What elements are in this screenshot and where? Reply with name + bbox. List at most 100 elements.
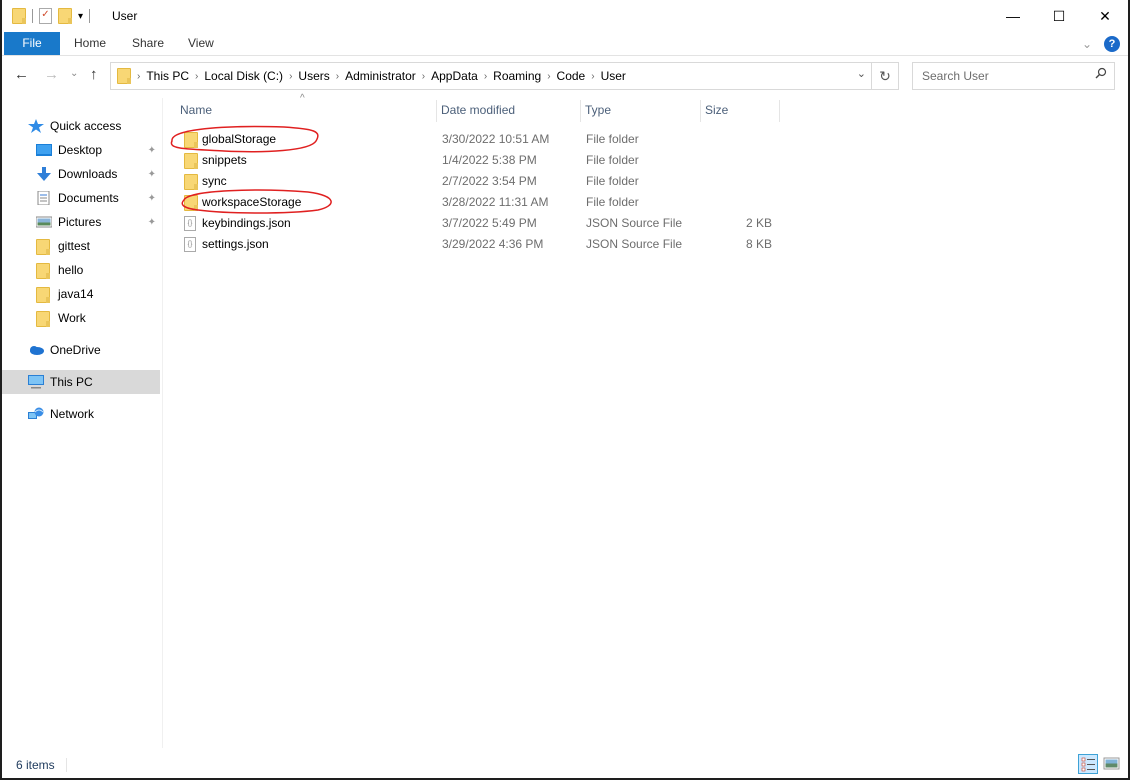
sidebar-item-label: Network (50, 407, 95, 421)
folder-icon (36, 287, 52, 303)
pictures-icon (35, 215, 53, 229)
sidebar-item-network[interactable]: Network (2, 402, 160, 426)
tab-view[interactable]: View (178, 32, 224, 55)
breadcrumb-user[interactable]: User (601, 69, 626, 83)
sidebar-item-label: Documents (58, 191, 119, 205)
folder-icon (36, 263, 52, 279)
file-type: JSON Source File (586, 216, 683, 230)
minimize-button[interactable]: — (990, 0, 1036, 32)
sidebar-item-desktop[interactable]: Desktop ✦ (2, 138, 160, 162)
chevron-right-icon[interactable]: › (591, 71, 594, 82)
documents-icon (36, 190, 52, 206)
annotation-ellipse (170, 125, 319, 153)
file-date: 2/7/2022 3:54 PM (442, 174, 537, 188)
column-divider[interactable] (700, 100, 701, 122)
breadcrumb-code[interactable]: Code (557, 69, 586, 83)
sidebar-item-label: java14 (58, 287, 94, 301)
folder-icon[interactable] (12, 8, 26, 24)
large-icons-view-icon (1103, 757, 1120, 770)
sidebar-item-documents[interactable]: Documents ✦ (2, 186, 160, 210)
sidebar-item-label: gittest (58, 239, 91, 253)
breadcrumb-local-disk[interactable]: Local Disk (C:) (204, 69, 283, 83)
toolbar-divider (89, 9, 91, 23)
item-count: 6 items (16, 758, 55, 772)
json-file-icon: {} (184, 237, 196, 252)
sidebar-item-label: OneDrive (50, 343, 101, 357)
sidebar-item-work[interactable]: Work (2, 306, 160, 330)
sidebar-item-java14[interactable]: java14 (2, 282, 160, 306)
breadcrumb-users[interactable]: Users (298, 69, 329, 83)
file-date: 1/4/2022 5:38 PM (442, 153, 537, 167)
large-icons-view-button[interactable] (1102, 754, 1122, 774)
address-bar[interactable]: › This PC › Local Disk (C:) › Users › Ad… (110, 62, 899, 90)
search-box[interactable] (912, 62, 1115, 90)
sidebar-item-label: Quick access (50, 119, 122, 133)
help-icon[interactable]: ? (1104, 36, 1120, 52)
new-folder-icon[interactable] (58, 8, 72, 24)
maximize-button[interactable]: ☐ (1036, 0, 1082, 32)
recent-locations-button[interactable]: ⌄ (70, 68, 78, 79)
up-button[interactable]: ↑ (90, 66, 98, 83)
window-title: User (112, 9, 138, 23)
search-input[interactable] (920, 68, 1084, 84)
column-divider[interactable] (779, 100, 780, 122)
chevron-right-icon[interactable]: › (484, 71, 487, 82)
chevron-right-icon[interactable]: › (195, 71, 198, 82)
sidebar-item-label: This PC (50, 375, 93, 389)
sidebar-item-label: Pictures (58, 215, 102, 229)
file-type: File folder (586, 153, 639, 167)
chevron-right-icon[interactable]: › (137, 71, 140, 82)
close-button[interactable]: ✕ (1082, 0, 1128, 32)
breadcrumb-this-pc[interactable]: This PC (146, 69, 189, 83)
tab-file[interactable]: File (4, 32, 60, 55)
sidebar-item-gittest[interactable]: gittest (2, 234, 160, 258)
file-row[interactable]: {} settings.json 3/29/2022 4:36 PM JSON … (164, 234, 784, 255)
column-header-type[interactable]: Type (585, 96, 695, 124)
file-explorer-window: ✓ ▾ User — ☐ ✕ File Home Share View ⌄ ? … (2, 0, 1128, 778)
ribbon: File Home Share View ⌄ ? (2, 32, 1128, 56)
quick-access-toolbar: ✓ ▾ (12, 8, 91, 24)
address-dropdown-icon[interactable]: ⌄ (857, 67, 866, 80)
navigation-pane: Quick access Desktop ✦ Downloads ✦ Docum… (2, 98, 160, 748)
sidebar-item-label: hello (58, 263, 84, 277)
pin-icon[interactable]: ✦ (148, 217, 156, 228)
breadcrumb-roaming[interactable]: Roaming (493, 69, 541, 83)
chevron-right-icon[interactable]: › (422, 71, 425, 82)
sidebar-item-hello[interactable]: hello (2, 258, 160, 282)
sidebar-item-downloads[interactable]: Downloads ✦ (2, 162, 160, 186)
breadcrumb-administrator[interactable]: Administrator (345, 69, 416, 83)
column-header-name[interactable]: Name (180, 96, 432, 124)
file-list: ^ Name Date modified Type Size globalSto… (164, 93, 1124, 748)
pin-icon[interactable]: ✦ (148, 145, 156, 156)
tab-share[interactable]: Share (122, 32, 174, 55)
column-header-size[interactable]: Size (705, 96, 775, 124)
sidebar-item-label: Desktop (58, 143, 103, 157)
search-icon[interactable] (1095, 67, 1107, 82)
properties-icon[interactable]: ✓ (39, 8, 52, 24)
chevron-right-icon[interactable]: › (336, 71, 339, 82)
sidebar-item-this-pc[interactable]: This PC (2, 370, 160, 394)
chevron-right-icon[interactable]: › (547, 71, 550, 82)
chevron-right-icon[interactable]: › (289, 71, 292, 82)
expand-ribbon-icon[interactable]: ⌄ (1082, 37, 1092, 51)
forward-button[interactable]: → (44, 66, 59, 83)
file-date: 3/30/2022 10:51 AM (442, 132, 550, 146)
column-divider[interactable] (580, 100, 581, 122)
title-bar: ✓ ▾ User — ☐ ✕ (2, 0, 1128, 32)
refresh-button[interactable]: ↻ (871, 63, 898, 89)
sidebar-item-pictures[interactable]: Pictures ✦ (2, 210, 160, 234)
column-header-date-modified[interactable]: Date modified (441, 96, 579, 124)
folder-icon (117, 68, 131, 84)
tab-home[interactable]: Home (64, 32, 116, 55)
sidebar-item-quick-access[interactable]: Quick access (2, 114, 160, 138)
details-view-icon (1081, 757, 1095, 772)
pin-icon[interactable]: ✦ (148, 169, 156, 180)
sidebar-item-onedrive[interactable]: OneDrive (2, 338, 160, 362)
breadcrumb-appdata[interactable]: AppData (431, 69, 478, 83)
pin-icon[interactable]: ✦ (148, 193, 156, 204)
back-button[interactable]: ← (14, 66, 29, 83)
pane-splitter[interactable] (162, 98, 163, 748)
column-divider[interactable] (436, 100, 437, 122)
details-view-button[interactable] (1078, 754, 1098, 774)
customize-toolbar-icon[interactable]: ▾ (78, 11, 83, 22)
